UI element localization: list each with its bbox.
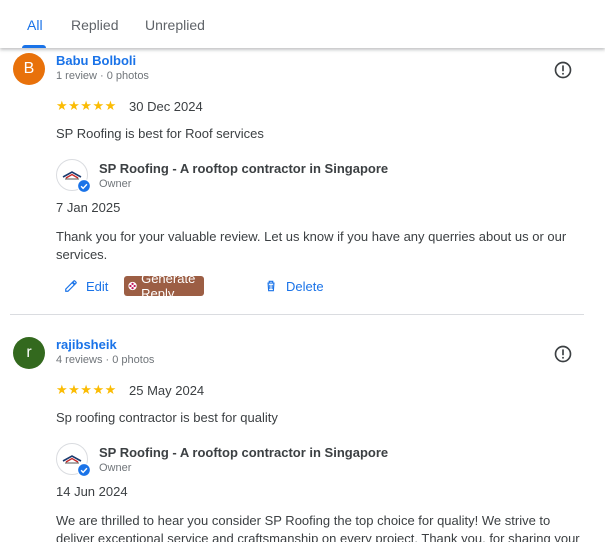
reviewer-name[interactable]: rajibsheik	[56, 337, 117, 352]
trash-icon	[267, 280, 275, 292]
divider	[10, 314, 584, 315]
verified-check-icon	[77, 463, 91, 477]
flower-icon	[128, 281, 137, 291]
reply-date: 7 Jan 2025	[56, 200, 121, 215]
reply-date: 14 Jun 2024	[56, 484, 128, 499]
review-text: SP Roofing is best for Roof services	[56, 126, 264, 141]
report-icon[interactable]	[553, 344, 573, 364]
generate-reply-label: Generate Reply	[141, 271, 196, 301]
tab-unreplied[interactable]: Unreplied	[145, 17, 205, 33]
verified-check-icon	[77, 179, 91, 193]
business-logo	[56, 443, 91, 477]
business-role: Owner	[99, 178, 132, 190]
generate-reply-button[interactable]: Generate Reply	[124, 271, 205, 301]
delete-label: Delete	[286, 278, 324, 294]
tab-all[interactable]: All	[27, 17, 43, 33]
avatar[interactable]: r	[13, 337, 45, 369]
reviewer-name[interactable]: Babu Bolboli	[56, 53, 136, 68]
avatar[interactable]: B	[13, 53, 45, 85]
star-rating: ★★★★★	[56, 382, 117, 397]
reviewer-meta: 4 reviews · 0 photos	[56, 354, 155, 366]
review-date: 25 May 2024	[129, 383, 205, 398]
review-date: 30 Dec 2024	[129, 99, 203, 114]
business-role: Owner	[99, 462, 132, 474]
active-tab-indicator	[22, 45, 46, 48]
reply-text: We are thrilled to hear you consider SP …	[56, 513, 580, 542]
reply-text: Thank you for your valuable review. Let …	[56, 229, 567, 262]
reviewer-meta: 1 review · 0 photos	[56, 70, 149, 82]
delete-button[interactable]: Delete	[264, 276, 324, 296]
business-name: SP Roofing - A rooftop contractor in Sin…	[99, 445, 389, 460]
review-filter-tabs: All Replied Unreplied	[0, 0, 605, 48]
review-text: Sp roofing contractor is best for qualit…	[56, 410, 278, 425]
report-icon[interactable]	[553, 60, 573, 80]
star-rating: ★★★★★	[56, 98, 117, 113]
edit-button[interactable]: Edit	[64, 276, 108, 296]
business-name: SP Roofing - A rooftop contractor in Sin…	[99, 161, 389, 176]
pencil-icon	[65, 280, 77, 292]
tab-replied[interactable]: Replied	[71, 17, 118, 33]
business-logo	[56, 159, 91, 193]
edit-label: Edit	[86, 278, 109, 294]
